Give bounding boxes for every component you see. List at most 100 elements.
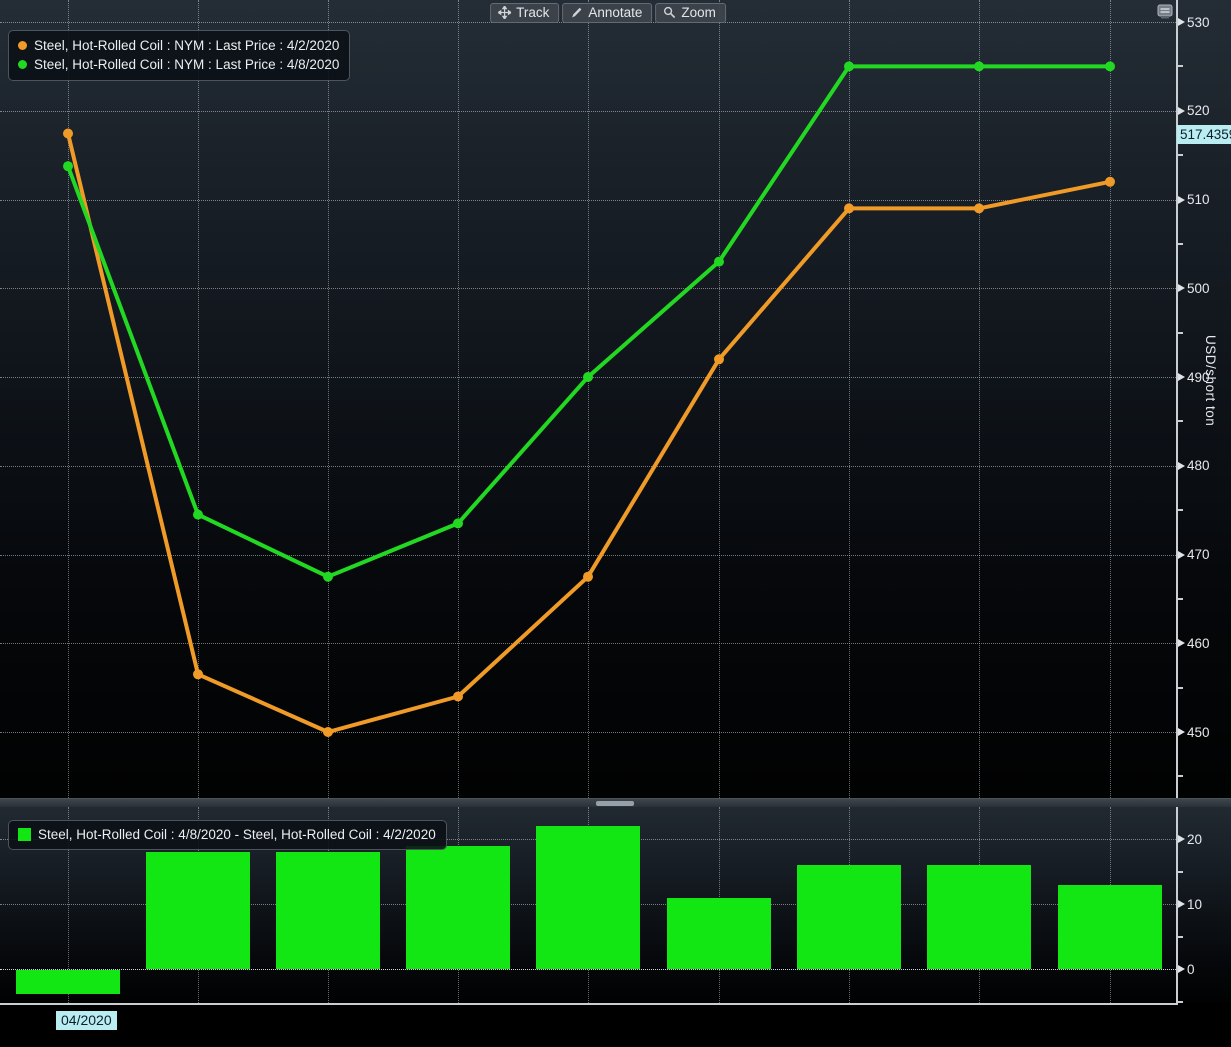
legend-item[interactable]: Steel, Hot-Rolled Coil : 4/8/2020 - Stee… bbox=[18, 825, 436, 844]
y-minor-tick bbox=[1178, 598, 1183, 600]
data-point-marker bbox=[193, 669, 203, 679]
y-tick: 510 bbox=[1178, 192, 1210, 208]
zoom-button-label: Zoom bbox=[681, 5, 716, 20]
tick-arrow-icon bbox=[1178, 107, 1185, 115]
price-line bbox=[68, 66, 1110, 576]
tick-arrow-icon bbox=[1178, 551, 1185, 559]
track-button[interactable]: Track bbox=[490, 3, 559, 23]
panel-divider bbox=[0, 798, 1231, 807]
y-tick-label: 20 bbox=[1187, 832, 1202, 847]
spread-bar bbox=[927, 865, 1031, 969]
data-point-marker bbox=[193, 510, 203, 520]
tick-arrow-icon bbox=[1178, 196, 1185, 204]
panel-resize-handle[interactable] bbox=[596, 801, 634, 806]
legend-dot-icon bbox=[18, 41, 27, 50]
y-minor-tick bbox=[1178, 65, 1183, 67]
legend-label: Steel, Hot-Rolled Coil : 4/8/2020 - Stee… bbox=[38, 825, 436, 844]
data-point-marker bbox=[453, 692, 463, 702]
price-line bbox=[68, 134, 1110, 733]
legend-dot-icon bbox=[18, 60, 27, 69]
panel-options-button[interactable] bbox=[1154, 3, 1176, 25]
y-tick: 490 bbox=[1178, 369, 1210, 385]
spread-chart-legend: Steel, Hot-Rolled Coil : 4/8/2020 - Stee… bbox=[8, 820, 447, 850]
tick-arrow-icon bbox=[1178, 835, 1185, 843]
spread-bar bbox=[406, 846, 510, 970]
y-minor-tick bbox=[1178, 1001, 1183, 1003]
annotate-button-label: Annotate bbox=[588, 5, 642, 20]
legend-label: Steel, Hot-Rolled Coil : NYM : Last Pric… bbox=[34, 55, 339, 74]
y-minor-tick bbox=[1178, 420, 1183, 422]
y-tick-label: 520 bbox=[1187, 103, 1210, 118]
spread-bar bbox=[1058, 885, 1162, 970]
data-point-marker bbox=[974, 61, 984, 71]
spread-bar bbox=[16, 970, 120, 994]
legend-item[interactable]: Steel, Hot-Rolled Coil : NYM : Last Pric… bbox=[18, 55, 339, 74]
tracked-value-tag: 517.4359 bbox=[1177, 125, 1231, 144]
main-chart-legend: Steel, Hot-Rolled Coil : NYM : Last Pric… bbox=[8, 30, 350, 81]
y-tick: 0 bbox=[1178, 961, 1195, 977]
tick-arrow-icon bbox=[1178, 18, 1185, 26]
y-tick: 470 bbox=[1178, 547, 1210, 563]
y-tick: 480 bbox=[1178, 458, 1210, 474]
terminal-chart-window: Steel, Hot-Rolled Coil : NYM : Last Pric… bbox=[0, 0, 1231, 1047]
spread-chart-panel: Steel, Hot-Rolled Coil : 4/8/2020 - Stee… bbox=[0, 807, 1231, 1003]
tracked-month-tag: 04/2020 bbox=[56, 1011, 117, 1030]
price-line-series bbox=[0, 0, 1176, 798]
spread-bar bbox=[536, 826, 640, 969]
legend-item[interactable]: Steel, Hot-Rolled Coil : NYM : Last Pric… bbox=[18, 36, 339, 55]
zoom-button[interactable]: Zoom bbox=[655, 3, 726, 23]
data-point-marker bbox=[453, 518, 463, 528]
y-tick-label: 470 bbox=[1187, 547, 1210, 562]
tick-arrow-icon bbox=[1178, 373, 1185, 381]
legend-square-icon bbox=[18, 828, 31, 841]
y-tick-label: 0 bbox=[1187, 962, 1195, 977]
y-tick-label: 480 bbox=[1187, 458, 1210, 473]
y-minor-tick bbox=[1178, 332, 1183, 334]
track-button-label: Track bbox=[516, 5, 549, 20]
data-point-marker bbox=[63, 161, 73, 171]
y-minor-tick bbox=[1178, 687, 1183, 689]
spread-bar bbox=[276, 852, 380, 969]
y-tick: 10 bbox=[1178, 896, 1202, 912]
main-chart-panel: Steel, Hot-Rolled Coil : NYM : Last Pric… bbox=[0, 0, 1231, 798]
data-point-marker bbox=[583, 572, 593, 582]
x-axis: 04/202005/202006/202007/202008/202009/20… bbox=[0, 1003, 1231, 1047]
y-minor-tick bbox=[1178, 509, 1183, 511]
annotate-pencil-icon bbox=[570, 6, 583, 19]
spread-bar bbox=[797, 865, 901, 969]
y-tick: 530 bbox=[1178, 14, 1210, 30]
y-minor-tick bbox=[1178, 154, 1183, 156]
zero-gridline bbox=[0, 969, 1176, 970]
y-tick: 520 bbox=[1178, 103, 1210, 119]
tick-arrow-icon bbox=[1178, 965, 1185, 973]
data-point-marker bbox=[844, 203, 854, 213]
y-minor-tick bbox=[1178, 243, 1183, 245]
zoom-magnifier-icon bbox=[663, 6, 676, 19]
x-axis-line bbox=[0, 1003, 1178, 1005]
tick-arrow-icon bbox=[1178, 639, 1185, 647]
chart-toolbar: Track Annotate Zoom bbox=[490, 3, 726, 23]
data-point-marker bbox=[714, 354, 724, 364]
track-crosshair-icon bbox=[498, 6, 511, 19]
data-point-marker bbox=[714, 257, 724, 267]
spread-bar bbox=[667, 898, 771, 970]
y-tick: 460 bbox=[1178, 635, 1210, 651]
panel-options-icon bbox=[1156, 3, 1174, 25]
y-tick: 500 bbox=[1178, 280, 1210, 296]
spread-bar bbox=[146, 852, 250, 969]
y-tick: 450 bbox=[1178, 724, 1210, 740]
y-tick-label: 490 bbox=[1187, 370, 1210, 385]
data-point-marker bbox=[323, 727, 333, 737]
data-point-marker bbox=[323, 572, 333, 582]
data-point-marker bbox=[974, 203, 984, 213]
y-minor-tick bbox=[1178, 775, 1183, 777]
legend-label: Steel, Hot-Rolled Coil : NYM : Last Pric… bbox=[34, 36, 339, 55]
data-point-marker bbox=[1105, 61, 1115, 71]
tick-arrow-icon bbox=[1178, 284, 1185, 292]
y-tick-label: 510 bbox=[1187, 192, 1210, 207]
data-point-marker bbox=[1105, 177, 1115, 187]
annotate-button[interactable]: Annotate bbox=[562, 3, 652, 23]
data-point-marker bbox=[844, 61, 854, 71]
y-minor-tick bbox=[1178, 936, 1183, 938]
y-tick-label: 530 bbox=[1187, 15, 1210, 30]
